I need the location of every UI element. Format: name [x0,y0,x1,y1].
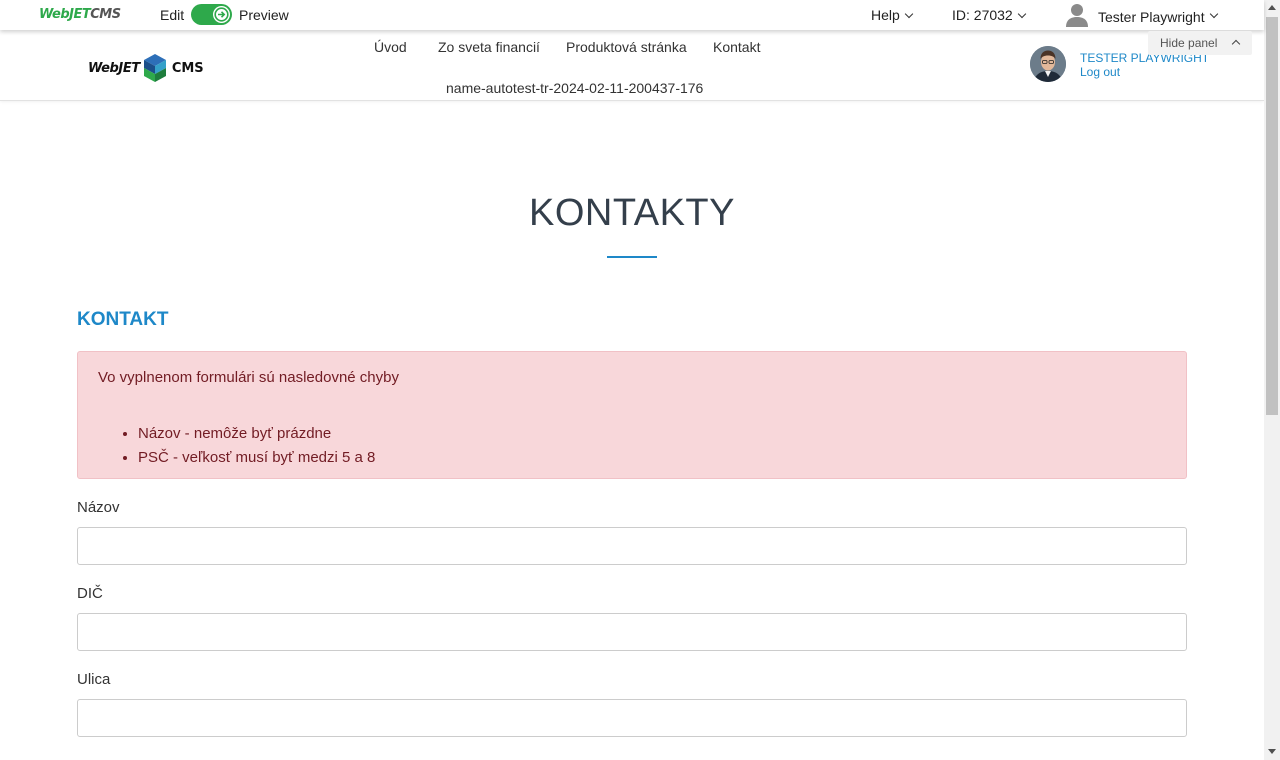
ulica-label: Ulica [77,671,111,688]
chevron-down-icon [1017,9,1026,19]
scroll-up-icon[interactable] [1268,5,1276,10]
user-menu[interactable]: Tester Playwright [1066,3,1218,30]
chevron-up-icon [1231,39,1241,49]
error-alert: Vo vyplnenom formulári sú nasledovné chy… [77,351,1187,479]
help-menu[interactable]: Help [871,7,914,23]
ulica-input[interactable] [77,699,1187,737]
chevron-down-icon [1209,9,1218,18]
scrollbar-thumb[interactable] [1266,17,1278,415]
admin-logo-webjet: WebJET [39,7,91,22]
section-heading: KONTAKT [77,309,169,330]
cube-icon [143,54,166,82]
site-logo-cms: CMS [171,60,204,76]
dic-label: DIČ [77,585,103,602]
page-scrollbar[interactable] [1264,0,1280,760]
page-title: KONTAKTY [529,192,735,234]
user-menu-name: Tester Playwright [1098,8,1205,25]
preview-label: Preview [239,7,289,23]
user-icon [1066,3,1088,30]
nav-item-zo-sveta-financii[interactable]: Zo sveta financií [438,39,540,55]
dic-input[interactable] [77,613,1187,651]
site-logo[interactable]: WebJET CMS [88,54,204,82]
site-header: WebJET CMS Úvod Zo sveta financií Produk… [0,30,1264,101]
admin-logo[interactable]: WebJETCMS [39,7,121,22]
avatar [1030,46,1066,82]
nav-item-kontakt[interactable]: Kontakt [713,39,760,55]
edit-label: Edit [160,7,185,23]
alert-message: Vo vyplnenom formulári sú nasledovné chy… [98,369,399,386]
nav-item-autotest-page[interactable]: name-autotest-tr-2024-02-11-200437-176 [446,80,703,96]
admin-logo-cms: CMS [90,7,121,22]
nazov-label: Názov [77,499,120,516]
page-id-menu[interactable]: ID: 27032 [952,7,1026,23]
admin-toolbar: WebJETCMS Edit Preview Help ID: 27032 Te… [0,0,1264,30]
error-item: PSČ - veľkosť musí byť medzi 5 a 8 [138,446,375,470]
help-label: Help [871,7,900,23]
nazov-input[interactable] [77,527,1187,565]
arrow-right-icon [213,6,230,23]
title-divider [607,256,657,258]
error-list: Názov - nemôže byť prázdne PSČ - veľkosť… [138,422,375,470]
nav-item-uvod[interactable]: Úvod [374,39,407,55]
hide-panel-label: Hide panel [1160,36,1218,50]
scroll-down-icon[interactable] [1268,749,1276,754]
logout-link[interactable]: Log out [1080,65,1120,79]
error-item: Názov - nemôže byť prázdne [138,422,375,446]
edit-preview-toggle[interactable] [191,4,232,25]
site-logo-webjet: WebJET [88,60,140,76]
nav-item-produktova-stranka[interactable]: Produktová stránka [566,39,687,55]
page-id-label: ID: 27032 [952,7,1013,23]
chevron-down-icon [904,9,914,19]
hide-panel-button[interactable]: Hide panel [1148,31,1252,55]
